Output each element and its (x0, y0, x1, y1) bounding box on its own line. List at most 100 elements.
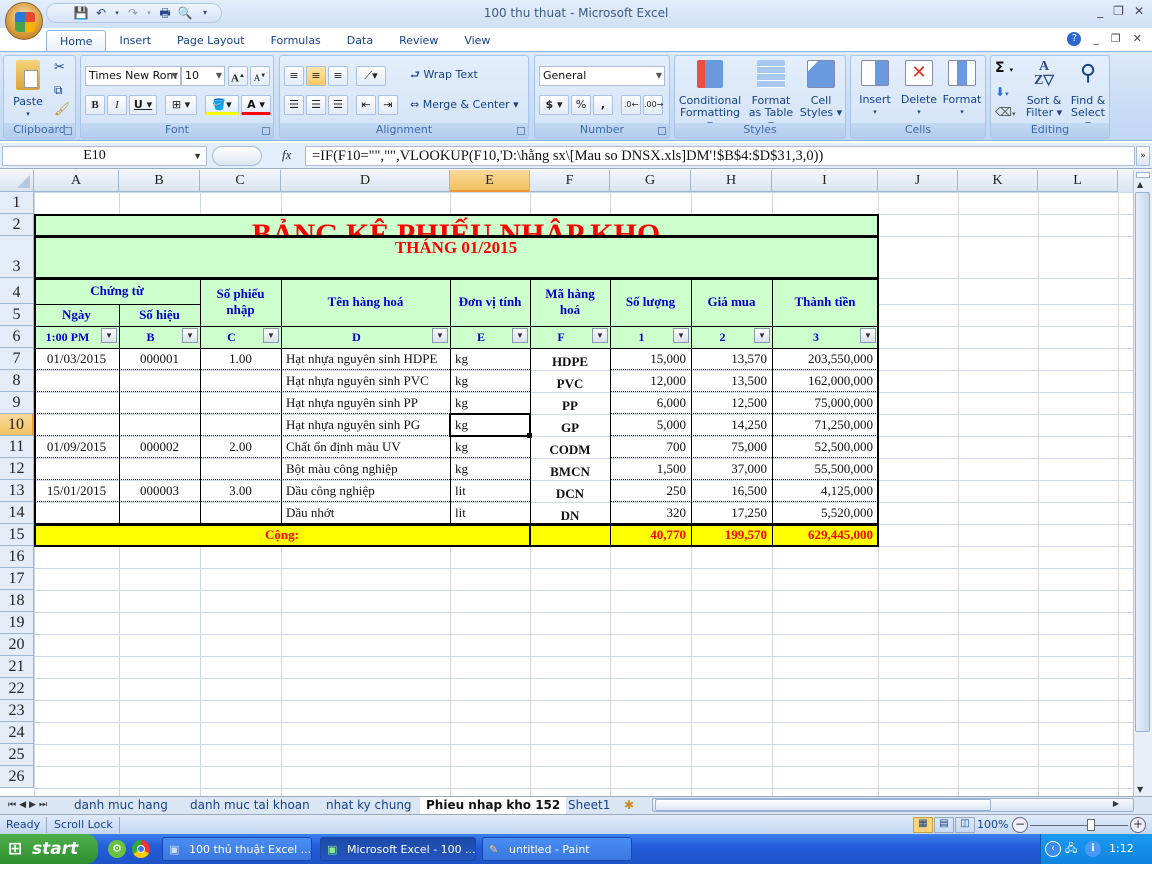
page-layout-view-button[interactable]: ▤ (934, 817, 954, 833)
column-header-j[interactable]: J (878, 170, 958, 192)
clipboard-launcher-icon[interactable] (64, 127, 72, 135)
horizontal-scrollbar[interactable]: ▶ (652, 798, 1134, 812)
font-name-combo[interactable]: Times New Rom ▼ (85, 66, 181, 86)
network-icon[interactable]: 🖧 (1065, 834, 1077, 864)
percent-button[interactable]: % (571, 95, 591, 115)
help-icon[interactable]: ? (1067, 32, 1082, 46)
expand-formula-bar-icon[interactable]: » (1136, 146, 1150, 166)
info-icon[interactable]: i (1085, 841, 1101, 857)
restore-icon[interactable]: ❐ (1113, 4, 1124, 18)
row-header-26[interactable]: 26 (0, 766, 34, 788)
fill-color-button[interactable]: 🪣▾ (205, 95, 239, 115)
underline-button[interactable]: U ▾ (129, 95, 157, 115)
fill-handle[interactable] (527, 433, 532, 438)
column-header-a[interactable]: A (34, 170, 119, 192)
align-left-button[interactable]: ☰ (284, 95, 304, 115)
worksheet-grid[interactable]: ABCDEFGHIJKL 1 2 3 4 5 6 7 8 9 10 11 12 13 14 15 16 17 18… (0, 170, 1133, 796)
borders-button[interactable]: ⊞ ▾ (165, 95, 197, 115)
font-launcher-icon[interactable] (262, 127, 270, 135)
column-header-c[interactable]: C (200, 170, 281, 192)
horizontal-scroll-thumb[interactable] (655, 799, 991, 811)
page-break-view-button[interactable]: ◫ (955, 817, 975, 833)
column-header-g[interactable]: G (610, 170, 691, 192)
font-color-button[interactable]: A ▾ (241, 95, 271, 115)
row-header-2[interactable]: 2 (0, 214, 34, 236)
orientation-button[interactable]: ⟋▾ (356, 66, 386, 86)
column-header-h[interactable]: H (691, 170, 772, 192)
align-top-button[interactable]: ≡ (284, 66, 304, 86)
increase-indent-button[interactable]: ⇥ (378, 95, 398, 115)
column-header-k[interactable]: K (958, 170, 1038, 192)
row-header-18[interactable]: 18 (0, 590, 34, 612)
tab-data[interactable]: Data (334, 30, 386, 52)
zoom-slider-track[interactable] (1030, 825, 1128, 826)
chevron-down-icon[interactable]: ▼ (193, 147, 202, 165)
column-header-l[interactable]: L (1038, 170, 1118, 192)
format-as-table-button[interactable]: Format as Table ▾ (745, 60, 797, 131)
currency-button[interactable]: $ ▾ (539, 95, 569, 115)
quicklaunch-app-icon[interactable]: ⚙ (108, 840, 126, 858)
bold-button[interactable]: B (85, 95, 105, 115)
shrink-font-button[interactable]: A▼ (250, 66, 270, 86)
format-painter-icon[interactable]: 🖌 (54, 103, 71, 116)
split-box[interactable] (1136, 172, 1150, 178)
cell-styles-button[interactable]: Cell Styles ▾ (799, 60, 843, 119)
align-right-button[interactable]: ☰ (328, 95, 348, 115)
number-launcher-icon[interactable] (658, 127, 666, 135)
workbook-minimize-icon[interactable]: _ (1093, 32, 1099, 46)
fill-button[interactable]: ⬇▾ (995, 86, 1009, 100)
copy-icon[interactable]: ⧉ (54, 84, 63, 96)
find-select-button[interactable]: ⚲ Find & Select ▾ (1067, 60, 1109, 131)
row-header-20[interactable]: 20 (0, 634, 34, 656)
row-header-11[interactable]: 11 (0, 436, 34, 458)
align-center-button[interactable]: ☰ (306, 95, 326, 115)
tab-insert[interactable]: Insert (106, 30, 164, 52)
comma-button[interactable]: , (593, 95, 613, 115)
row-header-23[interactable]: 23 (0, 700, 34, 722)
delete-cells-button[interactable]: ✕ Delete ▾ (899, 60, 939, 118)
align-middle-button[interactable]: ≡ (306, 66, 326, 86)
number-format-combo[interactable]: General ▼ (539, 66, 665, 86)
column-header-b[interactable]: B (119, 170, 200, 192)
row-header-17[interactable]: 17 (0, 568, 34, 590)
select-all-button[interactable] (0, 170, 34, 192)
row-header-5[interactable]: 5 (0, 304, 34, 326)
formula-bar-splitter[interactable] (212, 146, 262, 166)
scroll-right-icon[interactable]: ▶ (1113, 799, 1119, 808)
sheet-tab-danh-muc-tai-khoan[interactable]: danh muc tai khoan (184, 797, 316, 814)
sort-filter-button[interactable]: A Z▽ Sort & Filter ▾ (1021, 60, 1067, 119)
increase-decimal-button[interactable]: .0← (621, 95, 641, 115)
row-header-9[interactable]: 9 (0, 392, 34, 414)
show-hidden-icons-icon[interactable]: ‹ (1045, 841, 1061, 857)
insert-cells-button[interactable]: Insert ▾ (855, 60, 895, 118)
taskbar-item-word[interactable]: ▣ 100 thủ thuật Excel ... (162, 837, 312, 861)
merge-center-button[interactable]: ⇔ Merge & Center ▾ (410, 99, 519, 111)
sheet-tab-danh-muc-hang[interactable]: danh muc hang (68, 797, 174, 814)
row-header-19[interactable]: 19 (0, 612, 34, 634)
sheet-tab-sheet1[interactable]: Sheet1 (562, 797, 616, 814)
row-header-24[interactable]: 24 (0, 722, 34, 744)
wrap-text-button[interactable]: ⮐ Wrap Text (410, 69, 478, 81)
conditional-formatting-button[interactable]: Conditional Formatting ▾ (677, 60, 743, 131)
row-header-16[interactable]: 16 (0, 546, 34, 568)
row-header-7[interactable]: 7 (0, 348, 34, 370)
tab-home[interactable]: Home (46, 30, 107, 52)
minimize-icon[interactable]: _ (1097, 4, 1103, 18)
tab-view[interactable]: View (451, 30, 503, 52)
taskbar-item-paint[interactable]: ✎ untitled - Paint (482, 837, 632, 861)
zoom-in-icon[interactable]: + (1130, 817, 1146, 833)
decrease-decimal-button[interactable]: .00→ (643, 95, 663, 115)
row-header-8[interactable]: 8 (0, 370, 34, 392)
formula-input[interactable]: =IF(F10="","",VLOOKUP(F10,'D:\hằng sx\[M… (305, 146, 1135, 166)
row-header-12[interactable]: 12 (0, 458, 34, 480)
row-header-13[interactable]: 13 (0, 480, 34, 502)
taskbar-item-excel[interactable]: ▣ Microsoft Excel - 100 ... (320, 837, 476, 861)
insert-sheet-icon[interactable]: ✱ (618, 797, 640, 814)
workbook-restore-icon[interactable]: ❐ (1111, 32, 1121, 46)
clear-button[interactable]: ⌫▾ (995, 106, 1015, 120)
row-header-1[interactable]: 1 (0, 192, 34, 214)
font-size-combo[interactable]: 10 ▼ (181, 66, 225, 86)
cut-icon[interactable]: ✂ (54, 61, 65, 74)
chrome-icon[interactable] (132, 840, 150, 858)
row-header-6[interactable]: 6 (0, 326, 34, 348)
